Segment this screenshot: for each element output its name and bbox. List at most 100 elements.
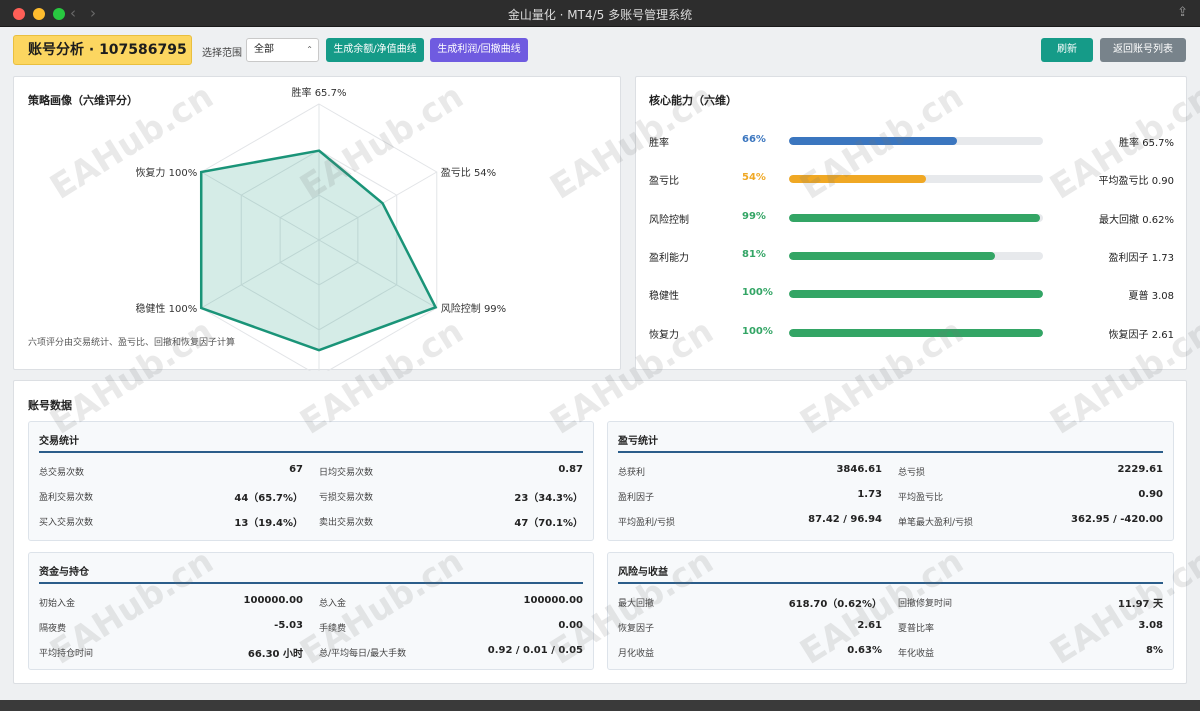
capability-name: 恢复力 [649,329,679,341]
stat-value: 2.61 [857,620,882,631]
share-icon[interactable]: ⇪ [1177,5,1188,20]
capability-percent: 66% [742,134,766,145]
window-bottom-edge [0,700,1200,711]
capability-row: 盈亏比 54% 平均盈亏比 0.90 [649,169,1174,189]
pnl-stats-panel: 盈亏统计 总获利 3846.61 总亏损 2229.61 盈利因子 1.73 平均盈亏比 0.9… [607,421,1174,541]
stat-label: 总获利 [618,468,646,478]
capability-desc: 胜率 65.7% [1119,138,1174,149]
stat-value: 3.08 [1138,620,1163,631]
capability-name: 稳健性 [649,291,679,303]
stat-value: 13（19.4%） [234,518,303,529]
radar-chart: 胜率 65.7%盈亏比 54%风险控制 99%盈利能力 81%稳健性 100%恢… [135,86,506,371]
subpanel-divider [618,451,1163,453]
strategy-card: 策略画像（六维评分） 胜率 65.7%盈亏比 54%风险控制 99%盈利能力 8… [13,76,621,371]
stat-value: 0.63% [847,645,882,656]
capability-row: 稳健性 100% 夏普 3.08 [649,284,1174,304]
back-to-list-button[interactable]: 返回账号列表 [1100,38,1186,62]
stat-label: 买入交易次数 [39,518,94,528]
subpanel-title: 盈亏统计 [618,436,658,447]
account-data-title: 账号数据 [28,399,72,412]
refresh-button[interactable]: 刷新 [1041,38,1093,62]
capability-percent: 100% [742,325,773,337]
capability-percent: 99% [742,210,766,222]
capability-desc: 恢复因子 2.61 [1108,329,1174,341]
funds-panel: 资金与持仓 初始入金 100000.00 总入金 100000.00 隔夜费 -5.03 手续… [28,552,594,670]
capability-bar-fill [789,213,1041,222]
stat-value: 8% [1146,645,1163,656]
app-content: 账号分析 · 107586795 选择范围 全部 ⌃ 生成余额/净值曲线 生成利… [0,27,1200,711]
risk-panel: 风险与收益 最大回撤 618.70（0.62%） 回撤修复时间 11.97 天恢复因子 2… [607,552,1174,670]
capability-bar-fill [789,290,1043,299]
balance-curve-button[interactable]: 生成余额/净值曲线 [326,38,424,62]
trade-stats-panel: 交易统计总交易次数 67 日均交易次数 0.87 盈利交易次数 44（65.7%） 亏损交易… [28,421,594,541]
stat-label: 日均交易次数 [319,468,374,478]
stat-value: 3846.61 [836,464,882,475]
capability-bar-fill [789,328,1043,337]
capability-bar-track [789,175,1043,184]
scope-select[interactable]: 全部 ⌃ [246,38,319,62]
stat-label: 单笔最大盈利/亏损 [898,518,974,528]
subpanel-divider [618,582,1163,584]
scope-label: 选择范围 [202,48,242,59]
stat-value: 100000.00 [243,595,303,606]
capability-bar-fill [789,137,957,145]
subpanel-divider [39,451,583,453]
stat-label: 初始入金 [39,599,76,609]
scope-select-value: 全部 [254,44,274,55]
capability-name: 胜率 [649,138,669,149]
stat-value: 362.95 / -420.00 [1071,514,1163,525]
stat-label: 平均盈利/亏损 [618,518,676,528]
stat-label: 总交易次数 [39,468,85,478]
capability-name: 盈利能力 [649,252,689,264]
stat-label: 最大回撤 [618,599,655,609]
capability-bar-track [789,213,1043,222]
stat-value: 1.73 [857,489,882,500]
account-data-card: 账号数据 交易统计总交易次数 67 日均交易次数 0.87 盈利交易次数 44（65.7%… [13,380,1187,684]
stat-label: 回撤修复时间 [898,599,953,609]
stat-value: 0.90 [1138,489,1163,500]
stat-value: 87.42 / 96.94 [808,514,882,525]
stat-label: 年化收益 [898,649,935,659]
stat-label: 总/平均每日/最大手数 [319,649,407,659]
capability-desc: 夏普 3.08 [1128,291,1174,303]
window-title: 金山量化 · MT4/5 多账号管理系统 [507,8,693,22]
subpanel-title: 交易统计 [39,436,79,447]
stat-value: 44（65.7%） [234,493,303,504]
capability-percent: 100% [742,287,773,299]
stat-label: 盈利交易次数 [39,493,94,503]
stat-value: 0.87 [558,464,583,475]
capability-row: 恢复力 100% 恢复因子 2.61 [649,323,1174,343]
stat-value: -5.03 [274,620,303,631]
stat-value: 47（70.1%） [514,518,583,529]
account-title: 账号分析 · 107586795 [13,35,192,65]
capability-bar-track [789,137,1043,145]
capability-percent: 54% [742,172,766,184]
stat-label: 亏损交易次数 [319,493,374,503]
core-title: 核心能力（六维） [649,94,737,107]
capability-row: 胜率 66% 胜率 65.7% [649,131,1174,151]
stat-value: 2229.61 [1117,464,1163,475]
stat-label: 恢复因子 [618,624,655,634]
radar-axis-label: 盈亏比 54% [441,167,496,179]
stat-label: 总入金 [319,599,347,609]
stat-value: 11.97 天 [1117,599,1163,610]
stat-value: 0.00 [558,620,583,631]
stat-value: 67 [289,464,303,475]
profit-curve-button[interactable]: 生成利润/回撤曲线 [430,38,528,62]
radar-axis-label: 稳健性 100% [135,302,197,315]
capability-bar-track [789,251,1043,260]
radar-axis-label: 风险控制 99% [441,302,506,315]
window-titlebar: ‹ › 金山量化 · MT4/5 多账号管理系统 ⇪ [0,0,1200,27]
strategy-note: 六项评分由交易统计、盈亏比、回撤和恢复因子计算 [28,338,236,348]
capability-bar-track [789,328,1043,337]
stat-value: 66.30 小时 [247,649,303,660]
capability-row: 风险控制 99% 最大回撤 0.62% [649,208,1174,228]
stat-value: 618.70（0.62%） [788,599,882,610]
capability-row: 盈利能力 81% 盈利因子 1.73 [649,246,1174,266]
capability-bar-track [789,290,1043,299]
stat-label: 平均盈亏比 [898,493,944,503]
capability-percent: 81% [742,248,766,260]
subpanel-divider [39,582,583,584]
capability-bar-fill [789,175,927,184]
stat-value: 100000.00 [523,595,583,606]
